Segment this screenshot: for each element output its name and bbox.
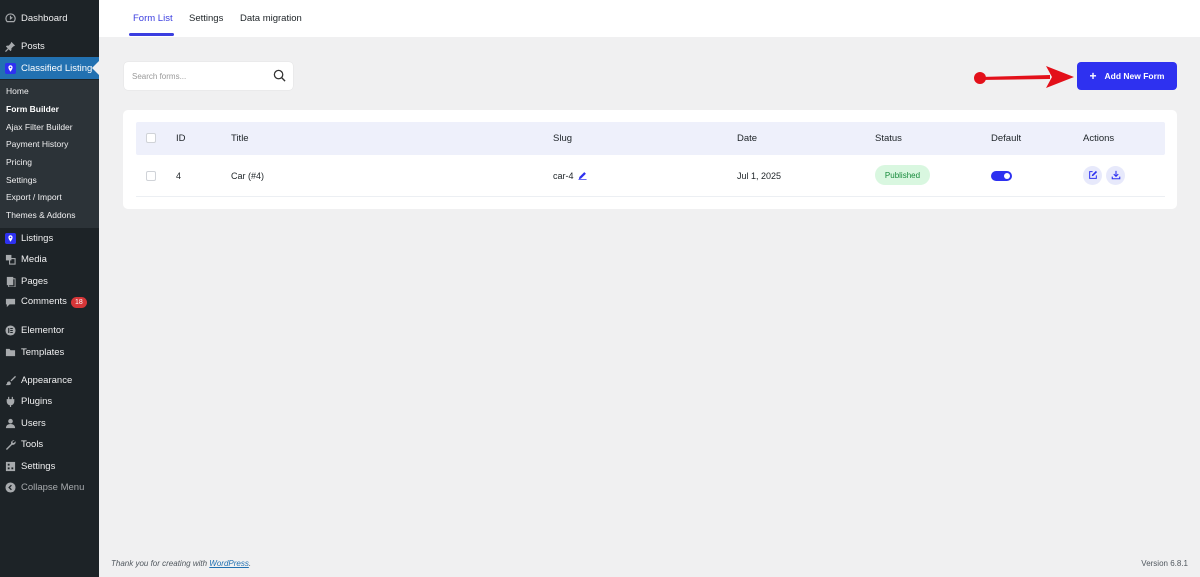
form-list-card: ID Title Slug Date Status Default Action… [123,110,1177,209]
menu-item-collapse[interactable]: Collapse Menu [0,476,99,498]
menu-item-pages[interactable]: Pages [0,270,99,292]
pages-icon [4,275,16,287]
menu-label-collapse: Collapse Menu [21,481,85,493]
tab-settings[interactable]: Settings [189,13,223,24]
search-input[interactable] [132,68,272,84]
submenu-pricing[interactable]: Pricing [6,157,32,167]
tab-form-list[interactable]: Form List [133,13,173,24]
row-slug-cell: car-4 [553,171,587,182]
menu-item-appearance[interactable]: Appearance [0,369,99,391]
footer-thanks-prefix: Thank you for creating with [111,559,210,568]
menu-label-appearance: Appearance [21,374,73,386]
admin-sidebar: Dashboard Posts Classified Listing Home … [0,0,99,577]
menu-label-plugins: Plugins [21,395,53,407]
menu-label-listings: Listings [21,232,54,244]
footer-thanks-suffix: . [248,559,252,568]
location-pin-icon [4,62,16,74]
menu-item-tools[interactable]: Tools [0,433,99,455]
select-all-checkbox[interactable] [146,133,156,143]
submenu-home[interactable]: Home [6,86,29,96]
media-icon [4,253,16,265]
submenu-payment-history[interactable]: Payment History [6,139,68,149]
download-icon [1111,168,1121,183]
menu-item-comments[interactable]: Comments 18 [0,291,99,313]
menu-label-templates: Templates [21,346,65,358]
submenu-form-builder[interactable]: Form Builder [6,104,59,114]
location-pin-icon [4,232,16,244]
menu-item-classified-listing[interactable]: Classified Listing [0,57,99,79]
menu-label-pages: Pages [21,275,48,287]
comments-count-badge: 18 [70,297,87,308]
export-form-button[interactable] [1106,166,1125,185]
paintbrush-icon [4,374,16,386]
folder-icon [4,346,16,358]
admin-footer-text: Thank you for creating with WordPress. [111,559,251,568]
menu-label-users: Users [21,417,46,429]
edit-icon [1088,168,1098,183]
user-icon [4,417,16,429]
menu-item-templates[interactable]: Templates [0,341,99,363]
add-new-form-label: Add New Form [1104,71,1165,81]
annotation-arrow [974,66,1074,88]
menu-item-dashboard[interactable]: Dashboard [0,7,99,29]
row-checkbox[interactable] [146,171,156,181]
row-title[interactable]: Car (#4) [231,171,264,181]
column-header-slug: Slug [553,133,573,144]
submenu-ajax-filter-builder[interactable]: Ajax Filter Builder [6,122,73,132]
top-tab-bar: Form List Settings Data migration [99,0,1200,37]
settings-icon [4,460,16,472]
plug-icon [4,395,16,407]
menu-label-comments-wrap: Comments 18 [21,296,87,308]
menu-label-posts: Posts [21,40,45,52]
menu-label-tools: Tools [21,438,44,450]
dashboard-icon [4,12,16,24]
row-slug: car-4 [553,171,574,181]
column-header-title: Title [231,133,249,144]
table-row: 4 Car (#4) car-4 Jul 1, 2025 Published [136,155,1165,197]
tab-data-migration[interactable]: Data migration [240,13,302,24]
row-date: Jul 1, 2025 [737,171,782,181]
add-new-form-button[interactable]: + Add New Form [1077,62,1177,90]
menu-item-elementor[interactable]: Elementor [0,319,99,341]
menu-label-comments: Comments [21,296,67,307]
plus-icon: + [1089,69,1097,83]
submenu-export-import[interactable]: Export / Import [6,192,62,202]
comment-icon [4,296,16,308]
menu-item-plugins[interactable]: Plugins [0,390,99,412]
menu-item-settings[interactable]: Settings [0,455,99,477]
column-header-status: Status [875,133,902,144]
status-badge: Published [875,165,930,185]
search-icon[interactable] [273,69,286,82]
menu-label-dashboard: Dashboard [21,12,68,24]
table-header: ID Title Slug Date Status Default Action… [136,122,1165,155]
menu-label-elementor: Elementor [21,324,65,336]
version-text: Version 6.8.1 [1141,559,1188,568]
submenu-themes-addons[interactable]: Themes & Addons [6,210,75,220]
edit-slug-icon[interactable] [577,171,587,182]
menu-item-listings[interactable]: Listings [0,227,99,249]
search-box [124,62,293,90]
menu-label-settings: Settings [21,460,56,472]
classified-listing-submenu: Home Form Builder Ajax Filter Builder Pa… [0,80,99,228]
column-header-actions: Actions [1083,133,1115,144]
column-header-date: Date [737,133,758,144]
menu-item-users[interactable]: Users [0,412,99,434]
collapse-icon [4,481,16,493]
edit-form-button[interactable] [1083,166,1102,185]
column-header-id: ID [176,133,186,144]
column-header-default: Default [991,133,1022,144]
row-id: 4 [176,171,182,181]
menu-item-posts[interactable]: Posts [0,35,99,57]
elementor-icon [4,324,16,336]
active-tab-indicator [129,33,174,36]
pushpin-icon [4,40,16,52]
submenu-settings[interactable]: Settings [6,175,37,185]
wordpress-link[interactable]: WordPress [209,559,249,568]
menu-item-media[interactable]: Media [0,248,99,270]
default-toggle[interactable] [991,171,1012,181]
menu-label-media: Media [21,253,47,265]
menu-label-classified-listing: Classified Listing [21,62,93,74]
wrench-icon [4,438,16,450]
